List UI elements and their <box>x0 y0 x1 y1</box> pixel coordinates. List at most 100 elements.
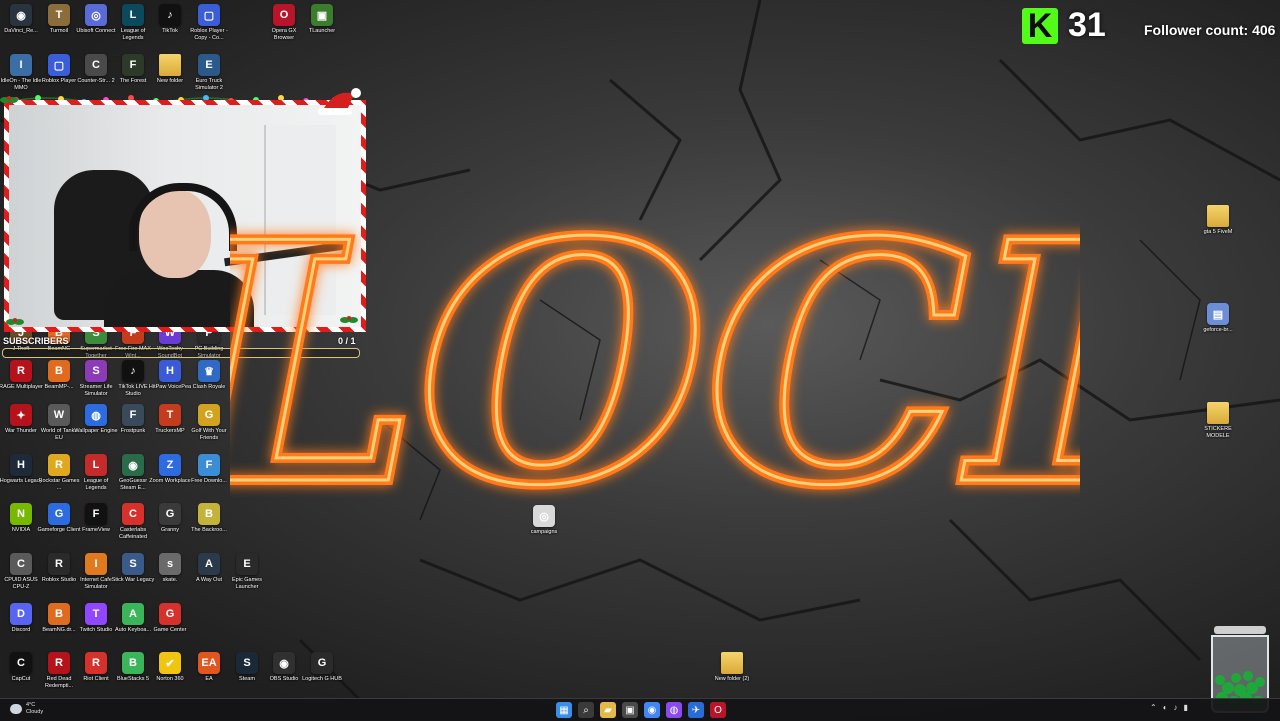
volume-icon[interactable]: ♪ <box>1174 703 1178 712</box>
desktop-icon[interactable]: A Auto Keyboa... <box>114 603 152 649</box>
app-icon: G <box>159 503 181 525</box>
desktop-icon[interactable]: T Turmoil <box>40 4 78 50</box>
desktop-icon[interactable]: B The Backroo... <box>190 503 228 549</box>
folder-icon <box>721 652 743 674</box>
search-button[interactable]: ⌕ <box>578 702 594 718</box>
desktop-icon[interactable]: S Streamer Life Simulator <box>77 360 115 406</box>
weather-widget[interactable]: 4°C Cloudy <box>10 702 43 715</box>
desktop-icon[interactable]: I Internet Cafe Simulator <box>77 553 115 599</box>
app-icon: D <box>10 603 32 625</box>
desktop-icon[interactable]: G Golf With Your Friends <box>190 404 228 450</box>
app-icon: C <box>10 553 32 575</box>
desktop-icon[interactable]: ◉ GeoGuessr Steam E... <box>114 454 152 500</box>
desktop-icon[interactable]: ♛ Clash Royale <box>190 360 228 406</box>
app-icon: C <box>85 54 107 76</box>
messenger-button[interactable]: ◍ <box>666 702 682 718</box>
desktop-icon[interactable]: G Logitech G HUB <box>302 652 342 698</box>
desktop-icon[interactable]: F FrameView <box>77 503 115 549</box>
desktop-icon[interactable]: T TruckersMP <box>151 404 189 450</box>
desktop-icon-label: The Backroo... <box>191 527 227 533</box>
app-icon: ✦ <box>10 404 32 426</box>
desktop-icon[interactable]: ◉ DaVinci_Re... <box>2 4 40 50</box>
desktop-icon[interactable]: Z Zoom Workplace <box>149 454 191 500</box>
desktop-icon[interactable]: R RAGE Multiplayer <box>0 360 43 406</box>
desktop-icon[interactable]: H Hogwarts Legacy <box>0 454 42 500</box>
desktop-icon-label: New folder (2) <box>714 676 750 682</box>
desktop-icon[interactable]: L League of Legends <box>77 454 115 500</box>
desktop-icon-label: Logitech G HUB <box>302 676 342 682</box>
app-icon: C <box>122 503 144 525</box>
desktop-icon[interactable]: ✦ War Thunder <box>2 404 40 450</box>
desktop-icon[interactable]: W World of Tanks EU <box>40 404 78 450</box>
start-button[interactable]: ▦ <box>556 702 572 718</box>
desktop-icon[interactable]: C CPUID ASUS CPU-Z <box>2 553 40 599</box>
desktop-icon[interactable]: ◍ Wallpaper Engine <box>74 404 118 450</box>
desktop-icon[interactable]: R Rockstar Games ... <box>39 454 79 500</box>
desktop-icon[interactable]: R Red Dead Redempti... <box>40 652 78 698</box>
desktop-icon[interactable]: O Opera GX Browser <box>265 4 303 50</box>
battery-icon[interactable]: ▮ <box>1184 703 1188 712</box>
desktop-icon[interactable]: R Roblox Studio <box>40 553 78 599</box>
desktop-icon[interactable]: T Twitch Studio <box>77 603 115 649</box>
desktop-icon[interactable]: New folder (2) <box>713 652 751 698</box>
desktop-icon[interactable]: C Casterlabs Caffeinated <box>114 503 152 549</box>
chrome-button[interactable]: ◉ <box>644 702 660 718</box>
desktop-icon[interactable]: N NVIDIA <box>2 503 40 549</box>
store-button[interactable]: ▣ <box>622 702 638 718</box>
desktop-icon[interactable]: AA Way Out <box>190 553 228 599</box>
app-icon: F <box>198 454 220 476</box>
app-icon: B <box>48 360 70 382</box>
app-icon: R <box>10 360 32 382</box>
weather-description: Cloudy <box>26 708 44 715</box>
desktop-icon[interactable]: ◉ OBS Studio <box>265 652 303 698</box>
desktop-icon[interactable]: ♪ TikTok LIVE Studio <box>114 360 152 406</box>
desktop-icon[interactable]: H HitPaw VoicePea <box>148 360 192 406</box>
steam-taskbar-button[interactable]: ✈ <box>688 702 704 718</box>
desktop-icon[interactable]: ◎ Ubisoft Connect <box>76 4 116 50</box>
desktop-icon-label: geforce-br... <box>1203 327 1233 333</box>
desktop-icon[interactable]: EA EA <box>190 652 228 698</box>
app-icon: ✔ <box>159 652 181 674</box>
desktop-icon-label: Game Center <box>153 627 187 633</box>
desktop-icon[interactable]: F Free Downlo... <box>190 454 228 500</box>
app-icon: F <box>122 54 144 76</box>
desktop-icon[interactable]: B BeamMP-... <box>40 360 78 406</box>
desktop-icon[interactable]: D Discord <box>2 603 40 649</box>
desktop-icon[interactable]: gta 5 FiveM <box>1199 205 1237 251</box>
app-icon: EA <box>198 652 220 674</box>
app-icon: H <box>10 454 32 476</box>
desktop-icon[interactable]: ▢ Roblox Player - Copy - Co... <box>190 4 228 50</box>
desktop-icon[interactable]: ▤ geforce-br... <box>1199 303 1237 349</box>
desktop-icon[interactable]: G Granny <box>151 503 189 549</box>
network-icon[interactable]: ◐ <box>1163 703 1168 712</box>
desktop-icon[interactable]: R Riot Client <box>77 652 115 698</box>
desktop-icon-label: skate. <box>162 577 178 583</box>
app-icon: ▣ <box>311 4 333 26</box>
desktop-icon[interactable]: S Steam <box>228 652 266 698</box>
desktop-icon[interactable]: G Gameforge Client <box>37 503 81 549</box>
kick-logo-icon: K <box>1022 7 1058 45</box>
desktop-icon[interactable]: G Game Center <box>151 603 189 649</box>
desktop-icon-label: TikTok <box>162 28 178 34</box>
desktop-icon[interactable]: B BeamNG.dr... <box>40 603 78 649</box>
desktop-icon[interactable]: F Frostpunk <box>114 404 152 450</box>
app-icon: R <box>85 652 107 674</box>
desktop-icon[interactable]: ✔ Norton 360 <box>151 652 189 698</box>
desktop-icon[interactable]: L League of Legends <box>114 4 152 50</box>
app-icon: ▤ <box>1207 303 1229 325</box>
chevron-up-icon[interactable]: ⌃ <box>1150 703 1157 712</box>
desktop-icon-label: HitPaw VoicePea <box>148 384 192 390</box>
desktop-icon[interactable]: B BlueStacks 5 <box>114 652 152 698</box>
desktop-icon-label: TLauncher <box>308 28 336 34</box>
desktop-icon[interactable]: ▣ TLauncher <box>303 4 341 50</box>
desktop-icon[interactable]: E Epic Games Launcher <box>228 553 266 599</box>
desktop-icon[interactable]: STICKERE MODELE <box>1199 402 1237 448</box>
desktop-icon[interactable]: S Stick War Legacy <box>112 553 154 599</box>
desktop-icon[interactable]: ♪ TikTok <box>151 4 189 50</box>
desktop-icon-label: gta 5 FiveM <box>1203 229 1233 235</box>
desktop-icon[interactable]: s skate. <box>151 553 189 599</box>
desktop-icon[interactable]: C CapCut <box>2 652 40 698</box>
app-icon: ▢ <box>198 4 220 26</box>
opera-gx-button[interactable]: O <box>710 702 726 718</box>
file-explorer-button[interactable]: ▰ <box>600 702 616 718</box>
